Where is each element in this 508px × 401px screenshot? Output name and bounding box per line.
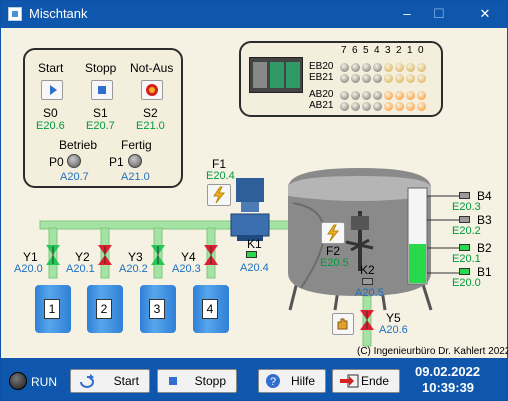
k1-addr: A20.4 <box>240 262 269 274</box>
sensor-addr: E20.1 <box>452 253 481 265</box>
valve-addr: A20.3 <box>172 263 201 275</box>
stop-square-icon <box>169 377 177 385</box>
help-icon: ? <box>266 374 280 388</box>
pump <box>230 178 270 241</box>
valve-addr: A20.2 <box>119 263 148 275</box>
valve-id: Y3 <box>128 250 143 264</box>
f1-id: F1 <box>212 157 227 171</box>
valve-id: Y1 <box>23 250 38 264</box>
sensor-b1-indicator <box>459 268 470 275</box>
valve-id: Y4 <box>181 250 196 264</box>
sensor-addr: E20.0 <box>452 277 481 289</box>
tank-level-fill <box>409 244 426 283</box>
run-label: RUN <box>31 375 57 389</box>
help-label: Hilfe <box>290 374 315 388</box>
process-diagram <box>39 168 459 347</box>
title-bar: Mischtank – ☐ ✕ <box>1 1 507 28</box>
hand-valve-button[interactable] <box>332 313 354 335</box>
close-button[interactable]: ✕ <box>465 1 505 28</box>
k2-addr: A20.5 <box>355 287 384 299</box>
end-button[interactable]: Ende <box>332 369 400 393</box>
time-display: 10:39:39 <box>422 380 475 395</box>
barrel: 2 <box>87 285 123 333</box>
barrel-number: 4 <box>202 299 218 319</box>
date-display: 09.02.2022 <box>415 364 481 379</box>
lightning-icon <box>213 186 226 204</box>
window-title: Mischtank <box>29 6 88 21</box>
valve-y1[interactable] <box>46 245 60 265</box>
fuse-f2-button[interactable] <box>321 222 345 244</box>
valve-id: Y2 <box>75 250 90 264</box>
valve-y3[interactable] <box>151 245 165 265</box>
cycle-icon <box>80 374 94 388</box>
status-bar: RUN Start Stopp ? Hilfe Ende 09.02.2022 … <box>1 358 507 400</box>
sensor-addr: E20.2 <box>452 225 481 237</box>
end-label: Ende <box>360 374 389 388</box>
y5-addr: A20.6 <box>379 324 408 336</box>
copyright: (C) Ingenieurbüro Dr. Kahlert 2022 <box>357 346 508 357</box>
lightning-icon <box>327 224 340 242</box>
sensor-addr: E20.3 <box>452 201 481 213</box>
barrel: 1 <box>35 285 71 333</box>
y5-id: Y5 <box>386 311 401 325</box>
fuse-f1-button[interactable] <box>207 184 231 206</box>
drain-valve-y5[interactable] <box>360 310 374 330</box>
sensor-b2-indicator <box>459 244 470 251</box>
hand-icon <box>337 318 348 330</box>
barrel: 3 <box>140 285 176 333</box>
barrel-number: 2 <box>96 299 112 319</box>
status-start-label: Start <box>113 374 139 388</box>
app-window: Mischtank – ☐ ✕ Start Stopp Not-Aus S0 S… <box>0 0 508 401</box>
valve-addr: A20.0 <box>14 263 43 275</box>
process-canvas: Start Stopp Not-Aus S0 S1 S2 E20.6 E20.7… <box>1 28 508 358</box>
k1-id: K1 <box>247 237 262 251</box>
valve-y2[interactable] <box>98 245 112 265</box>
barrel-number: 3 <box>149 299 165 319</box>
barrel: 4 <box>193 285 229 333</box>
status-stop-button[interactable]: Stopp <box>157 369 237 393</box>
mixing-tank <box>288 168 459 347</box>
f2-id: F2 <box>326 244 341 258</box>
app-icon <box>8 7 22 21</box>
k2-indicator <box>362 278 373 285</box>
status-start-button[interactable]: Start <box>70 369 150 393</box>
sensor-b3-indicator <box>459 216 470 223</box>
run-lamp <box>9 372 27 390</box>
barrel-number: 1 <box>44 299 60 319</box>
valve-y4[interactable] <box>204 245 218 265</box>
status-stop-label: Stopp <box>194 374 226 388</box>
f2-addr: E20.5 <box>320 257 349 269</box>
k2-id: K2 <box>360 263 375 277</box>
svg-text:?: ? <box>270 376 276 388</box>
f1-addr: E20.4 <box>206 170 235 182</box>
k1-indicator <box>246 251 257 258</box>
help-button[interactable]: ? Hilfe <box>258 369 326 393</box>
valve-addr: A20.1 <box>66 263 95 275</box>
maximize-button[interactable]: ☐ <box>419 1 459 28</box>
sensor-b4-indicator <box>459 192 470 199</box>
exit-icon <box>340 374 359 388</box>
